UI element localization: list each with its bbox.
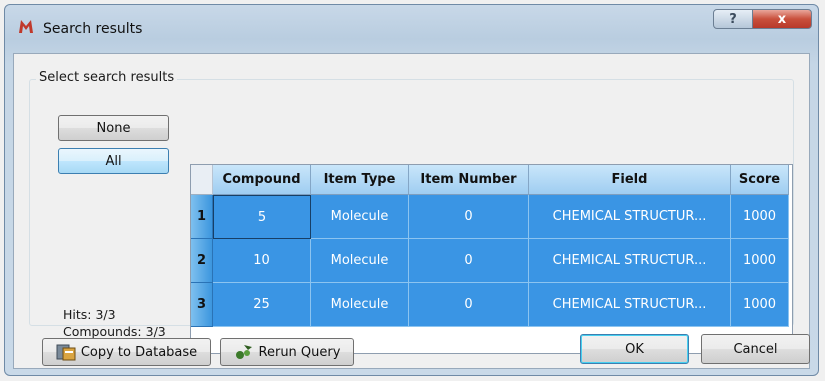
field-cell[interactable]: CHEMICAL STRUCTUR... (529, 195, 731, 239)
item-type-header[interactable]: Item Type (311, 165, 409, 195)
database-copy-icon (56, 344, 76, 361)
row-header[interactable]: 1 (191, 195, 213, 239)
item-number-header[interactable]: Item Number (409, 165, 529, 195)
item-number-cell[interactable]: 0 (409, 195, 529, 239)
row-header[interactable]: 3 (191, 283, 213, 327)
copy-to-database-button[interactable]: Copy to Database (42, 338, 211, 366)
copy-label: Copy to Database (80, 344, 198, 360)
close-button[interactable]: x (752, 9, 812, 29)
field-cell[interactable]: CHEMICAL STRUCTUR... (529, 283, 731, 327)
rerun-label: Rerun Query (258, 344, 341, 360)
dialog-client-area: Select search results None All Hits: 3/3… (13, 53, 810, 369)
title-bar[interactable]: Search results ? x (5, 5, 818, 53)
ok-button[interactable]: OK (580, 334, 689, 364)
row-header[interactable]: 2 (191, 239, 213, 283)
item-type-cell[interactable]: Molecule (311, 239, 409, 283)
rerun-query-icon (235, 345, 252, 359)
app-logo-icon (19, 20, 33, 33)
field-header[interactable]: Field (529, 165, 731, 195)
select-none-button[interactable]: None (58, 115, 169, 141)
compound-cell[interactable]: 25 (213, 283, 311, 327)
dialog-window: Search results ? x Select search results… (4, 4, 819, 376)
compound-header[interactable]: Compound (213, 165, 311, 195)
window-title: Search results (43, 21, 143, 37)
compound-cell[interactable]: 10 (213, 239, 311, 283)
result-stats: Hits: 3/3 Compounds: 3/3 (63, 306, 166, 340)
rerun-query-button[interactable]: Rerun Query (220, 338, 354, 366)
score-cell[interactable]: 1000 (731, 195, 789, 239)
score-cell[interactable]: 1000 (731, 283, 789, 327)
hits-count: Hits: 3/3 (63, 307, 116, 322)
item-number-cell[interactable]: 0 (409, 239, 529, 283)
cancel-button[interactable]: Cancel (701, 334, 810, 364)
table-corner (191, 165, 213, 195)
item-number-cell[interactable]: 0 (409, 283, 529, 327)
item-type-cell[interactable]: Molecule (311, 195, 409, 239)
item-type-cell[interactable]: Molecule (311, 283, 409, 327)
group-label: Select search results (36, 70, 178, 85)
field-cell[interactable]: CHEMICAL STRUCTUR... (529, 239, 731, 283)
score-cell[interactable]: 1000 (731, 239, 789, 283)
score-header[interactable]: Score (731, 165, 789, 195)
select-all-button[interactable]: All (58, 148, 169, 174)
results-table[interactable]: Compound Item Type Item Number Field Score 1 5… (190, 164, 793, 354)
compound-cell[interactable]: 5 (213, 195, 311, 239)
help-button[interactable]: ? (713, 9, 753, 29)
